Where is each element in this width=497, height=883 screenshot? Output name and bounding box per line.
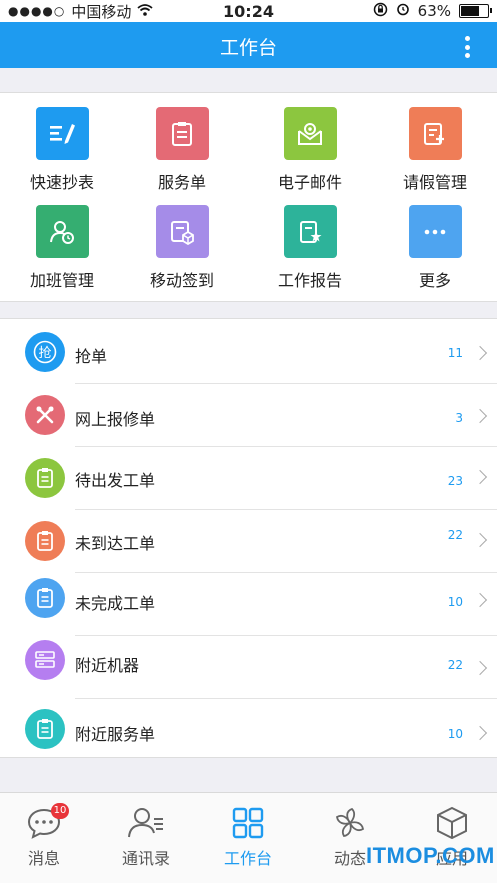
grid-item-label: 移动签到 <box>149 271 214 290</box>
list-item-count: 22 <box>447 658 463 672</box>
battery-icon <box>459 4 492 18</box>
grid-item-leave[interactable]: 请假管理 <box>373 107 497 193</box>
grid-item-label: 加班管理 <box>29 271 94 290</box>
grid-item-label: 电子邮件 <box>277 173 342 192</box>
feature-grid: 快速抄表 服务单 电子邮件 请假管理 加班管理 移动签到 工作报告 更多 <box>0 92 497 302</box>
list-item-online-repair[interactable]: 网上报修单 3 <box>0 384 497 447</box>
grid-item-label: 快速抄表 <box>29 173 94 192</box>
cube-icon <box>417 805 487 841</box>
list-item-count: 3 <box>455 411 463 425</box>
list-item-count: 23 <box>447 474 463 488</box>
chevron-right-icon <box>472 592 488 608</box>
grid-item-label: 更多 <box>418 271 451 290</box>
list-item-count: 10 <box>447 727 463 741</box>
pinwheel-icon <box>315 805 385 841</box>
grid-item-email[interactable]: 电子邮件 <box>248 107 372 193</box>
tab-messages[interactable]: 10 消息 <box>9 803 79 869</box>
list-item-grab-order[interactable]: 抢 抢单 11 <box>0 321 497 384</box>
user-clock-icon <box>35 205 89 258</box>
chevron-right-icon <box>472 532 488 548</box>
grid-item-overtime[interactable]: 加班管理 <box>0 205 124 291</box>
grid-item-more[interactable]: 更多 <box>373 205 497 291</box>
more-vertical-icon[interactable] <box>463 36 471 58</box>
tab-workbench[interactable]: 工作台 <box>213 805 283 869</box>
clipboard-icon <box>155 107 209 160</box>
list-item-label: 网上报修单 <box>75 410 156 429</box>
clipboard-icon <box>25 521 65 561</box>
unread-badge: 10 <box>51 803 69 819</box>
tab-label: 消息 <box>27 849 60 868</box>
tools-icon <box>25 395 65 435</box>
more-dots-icon <box>408 205 462 258</box>
grid-icon <box>213 805 283 841</box>
list-item-label: 附近服务单 <box>75 725 156 744</box>
chevron-right-icon <box>472 725 488 741</box>
grid-item-checkin[interactable]: 移动签到 <box>120 205 244 291</box>
chat-icon <box>26 808 62 845</box>
report-star-icon <box>283 205 337 258</box>
grab-icon: 抢 <box>25 332 65 372</box>
page-title: 工作台 <box>219 37 277 59</box>
clipboard-icon <box>25 578 65 618</box>
chevron-right-icon <box>472 660 488 676</box>
list-item-nearby-service[interactable]: 附近服务单 10 <box>0 699 497 762</box>
list-item-nearby-machines[interactable]: 附近机器 22 <box>0 636 497 699</box>
grid-item-label: 服务单 <box>157 173 206 192</box>
status-bar: ●●●●○ 中国移动 10:24 63% <box>0 0 497 22</box>
grid-item-meter-reading[interactable]: 快速抄表 <box>0 107 124 193</box>
tab-label: 工作台 <box>223 849 272 868</box>
chevron-right-icon <box>472 345 488 361</box>
list-item-label: 未完成工单 <box>75 594 156 613</box>
watermark: ITMOP.COM <box>366 843 495 868</box>
order-list: 抢 抢单 11 网上报修单 3 待出发工单 23 未到达工单 22 未完成工单 … <box>0 318 497 758</box>
grid-item-label: 工作报告 <box>277 271 342 290</box>
list-item-label: 附近机器 <box>75 656 140 675</box>
list-item-count: 11 <box>447 346 463 360</box>
list-item-label: 未到达工单 <box>75 534 156 553</box>
chevron-right-icon <box>472 469 488 485</box>
status-time: 10:24 <box>223 1 274 21</box>
server-icon <box>25 640 65 680</box>
contacts-icon <box>111 805 181 841</box>
chevron-right-icon <box>472 408 488 424</box>
edit-list-icon <box>35 107 89 160</box>
nav-bar: 工作台 <box>0 22 497 68</box>
list-item-count: 10 <box>447 595 463 609</box>
list-item-count: 22 <box>447 528 463 542</box>
list-item-incomplete[interactable]: 未完成工单 10 <box>0 573 497 636</box>
mail-icon <box>283 107 337 160</box>
list-item-label: 待出发工单 <box>75 471 156 490</box>
leave-form-icon <box>408 107 462 160</box>
list-item-label: 抢单 <box>75 347 108 366</box>
tab-bar: 10 消息 通讯录 工作台 动态 应用 <box>0 792 497 883</box>
grid-item-service-order[interactable]: 服务单 <box>120 107 244 193</box>
grab-icon-glyph: 抢 <box>38 345 51 361</box>
clipboard-icon <box>25 458 65 498</box>
list-item-not-arrived[interactable]: 未到达工单 22 <box>0 510 497 573</box>
checkin-box-icon <box>155 205 209 258</box>
list-item-pending-dispatch[interactable]: 待出发工单 23 <box>0 447 497 510</box>
clipboard-icon <box>25 709 65 749</box>
grid-item-work-report[interactable]: 工作报告 <box>248 205 372 291</box>
tab-contacts[interactable]: 通讯录 <box>111 805 181 869</box>
tab-label: 通讯录 <box>121 849 170 868</box>
grid-item-label: 请假管理 <box>402 173 467 192</box>
